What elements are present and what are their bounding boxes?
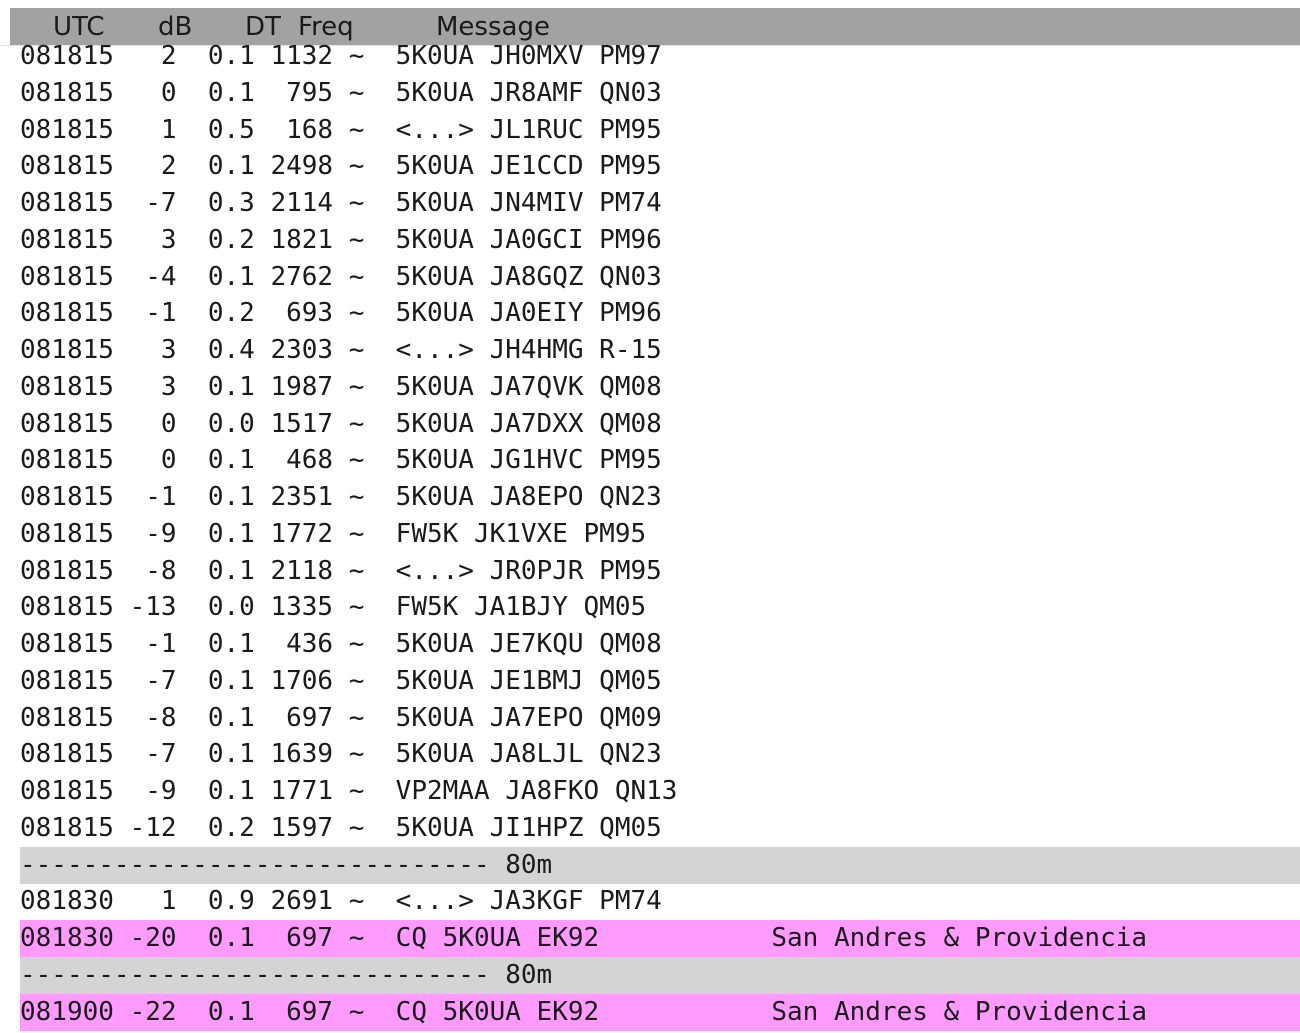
decode-row[interactable]: 081815 -7 0.1 1639 ~ 5K0UA JA8LJL QN23 [20,736,1300,773]
decode-row[interactable]: 081815 -7 0.1 1706 ~ 5K0UA JE1BMJ QM05 [20,663,1300,700]
band-separator-row[interactable]: ------------------------------ 80m [20,846,1300,884]
cq-decode-row[interactable]: 081900 -22 0.1 697 ~ CQ 5K0UA EK92 San A… [20,993,1300,1031]
decode-list[interactable]: 081815 2 0.1 1132 ~ 5K0UA JH0MXV PM97 081… [20,42,1300,1033]
decode-row[interactable]: 081815 -4 0.1 2762 ~ 5K0UA JA8GQZ QN03 [20,259,1300,296]
decode-row[interactable]: 081815 3 0.2 1821 ~ 5K0UA JA0GCI PM96 [20,222,1300,259]
decode-row[interactable]: 081815 2 0.1 1132 ~ 5K0UA JH0MXV PM97 [20,42,1300,75]
decode-row[interactable]: 081815 3 0.1 1987 ~ 5K0UA JA7QVK QM08 [20,369,1300,406]
decode-row[interactable]: 081815 2 0.1 2498 ~ 5K0UA JE1CCD PM95 [20,148,1300,185]
band-separator-row[interactable]: ------------------------------ 80m [20,956,1300,994]
cq-decode-row[interactable]: 081830 -20 0.1 697 ~ CQ 5K0UA EK92 San A… [20,920,1300,957]
decode-row[interactable]: 081815 -8 0.1 697 ~ 5K0UA JA7EPO QM09 [20,700,1300,737]
decode-row[interactable]: 081815 1 0.5 168 ~ <...> JL1RUC PM95 [20,112,1300,149]
decode-row[interactable]: 081815 0 0.0 1517 ~ 5K0UA JA7DXX QM08 [20,406,1300,443]
decode-row[interactable]: 081815 -1 0.1 2351 ~ 5K0UA JA8EPO QN23 [20,479,1300,516]
decode-row[interactable]: 081815 3 0.4 2303 ~ <...> JH4HMG R-15 [20,332,1300,369]
decode-row[interactable]: 081815 -7 0.3 2114 ~ 5K0UA JN4MIV PM74 [20,185,1300,222]
header-db[interactable]: dB [158,11,192,43]
decode-row[interactable]: 081815 0 0.1 468 ~ 5K0UA JG1HVC PM95 [20,442,1300,479]
decode-row[interactable]: 081815 -8 0.1 2118 ~ <...> JR0PJR PM95 [20,553,1300,590]
header-freq[interactable]: Freq [298,11,354,43]
decode-row[interactable]: 081815 -9 0.1 1771 ~ VP2MAA JA8FKO QN13 [20,773,1300,810]
header-message[interactable]: Message [436,11,550,43]
header-dt[interactable]: DT [245,11,281,43]
decode-row[interactable]: 081815 -13 0.0 1335 ~ FW5K JA1BJY QM05 [20,589,1300,626]
header-utc[interactable]: UTC [53,11,105,43]
decode-row[interactable]: 081815 -9 0.1 1772 ~ FW5K JK1VXE PM95 [20,516,1300,553]
column-header: UTC dB DT Freq Message [10,8,1300,46]
decode-row[interactable]: 081815 -12 0.2 1597 ~ 5K0UA JI1HPZ QM05 [20,810,1300,847]
decode-row[interactable]: 081815 0 0.1 795 ~ 5K0UA JR8AMF QN03 [20,75,1300,112]
decode-row[interactable]: 081830 1 0.9 2691 ~ <...> JA3KGF PM74 [20,883,1300,920]
decode-row[interactable]: 081815 -1 0.2 693 ~ 5K0UA JA0EIY PM96 [20,295,1300,332]
decode-row[interactable]: 081815 -1 0.1 436 ~ 5K0UA JE7KQU QM08 [20,626,1300,663]
